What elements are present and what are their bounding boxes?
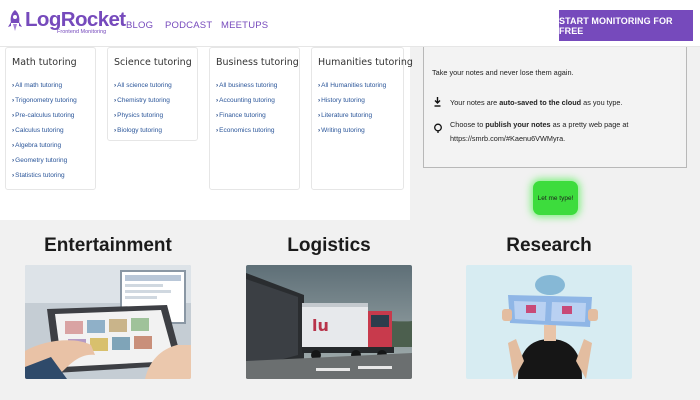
tutor-link[interactable]: History tutoring [318,93,386,108]
notes-publish-line: Choose to publish your notes as a pretty… [450,120,629,129]
card-title: Math tutoring [12,57,77,68]
industry-title: Logistics [287,235,371,256]
tutor-link[interactable]: Trigonometry tutoring [12,93,77,108]
science-tutoring-card: Science tutoring All science tutoring Ch… [107,47,198,141]
math-links: All math tutoring Trigonometry tutoring … [12,78,77,183]
logrocket-logo[interactable]: LogRocket Frontend Monitoring [8,8,126,39]
tablet-hands-photo [25,265,191,379]
math-tutoring-card: Math tutoring All math tutoring Trigonom… [5,47,96,190]
globe-icon [434,123,442,133]
svg-text:lu: lu [312,316,329,335]
industry-entertainment[interactable]: Entertainment [25,223,191,388]
notes-promo-box: Take your notes and never lose them agai… [423,47,687,168]
science-links: All science tutoring Chemistry tutoring … [114,78,172,138]
tutor-link[interactable]: Accounting tutoring [216,93,277,108]
tutor-link[interactable]: All science tutoring [114,78,172,93]
industry-logistics[interactable]: Logistics lu [246,223,412,388]
nav-podcast[interactable]: PODCAST [165,20,212,31]
nav-meetups[interactable]: MEETUPS [221,20,268,31]
site-header: LogRocket Frontend Monitoring BLOG PODCA… [0,0,700,47]
humanities-links: All Humanities tutoring History tutoring… [318,78,386,138]
person-holding-paper-photo [466,265,632,379]
truck-road-photo: lu [246,265,412,379]
humanities-tutoring-card: Humanities tutoring All Humanities tutor… [311,47,413,190]
tutor-link[interactable]: Pre-calculus tutoring [12,108,77,123]
tutor-link[interactable]: All Humanities tutoring [318,78,386,93]
industry-title: Entertainment [44,235,172,256]
tutor-link[interactable]: Finance tutoring [216,108,277,123]
card-title: Science tutoring [114,57,192,68]
industry-title: Research [506,235,592,256]
tutor-link[interactable]: Literature tutoring [318,108,386,123]
industry-research[interactable]: Research [466,223,632,388]
business-links: All business tutoring Accounting tutorin… [216,78,277,138]
tutoring-panel: Math tutoring All math tutoring Trigonom… [0,47,413,220]
tutor-link[interactable]: Calculus tutoring [12,123,77,138]
tutor-link[interactable]: Algebra tutoring [12,138,77,153]
tutor-link[interactable]: Geometry tutoring [12,153,77,168]
tutor-link[interactable]: Economics tutoring [216,123,277,138]
tutor-link[interactable]: Chemistry tutoring [114,93,172,108]
notes-intro: Take your notes and never lose them agai… [432,68,574,77]
tutor-link[interactable]: All business tutoring [216,78,277,93]
tutor-link[interactable]: Statistics tutoring [12,168,77,183]
card-title: Business tutoring [216,57,299,68]
start-monitoring-button[interactable]: START MONITORING FOR FREE [559,10,693,41]
cloud-save-icon [434,97,441,107]
tutor-link[interactable]: All math tutoring [12,78,77,93]
card-title: Humanities tutoring [318,57,413,68]
tutor-link[interactable]: Biology tutoring [114,123,172,138]
tutor-link[interactable]: Writing tutoring [318,123,386,138]
rocket-logo-icon [8,10,22,31]
business-tutoring-card: Business tutoring All business tutoring … [209,47,300,190]
tutor-link[interactable]: Physics tutoring [114,108,172,123]
let-me-type-button[interactable]: Let me type! [533,181,578,215]
notes-autosave-line: Your notes are auto-saved to the cloud a… [450,98,623,107]
notes-url[interactable]: https://smrb.com/#Kaenu6VWMyra. [450,134,565,143]
logo-tagline: Frontend Monitoring [57,29,107,35]
nav-blog[interactable]: BLOG [126,20,153,31]
